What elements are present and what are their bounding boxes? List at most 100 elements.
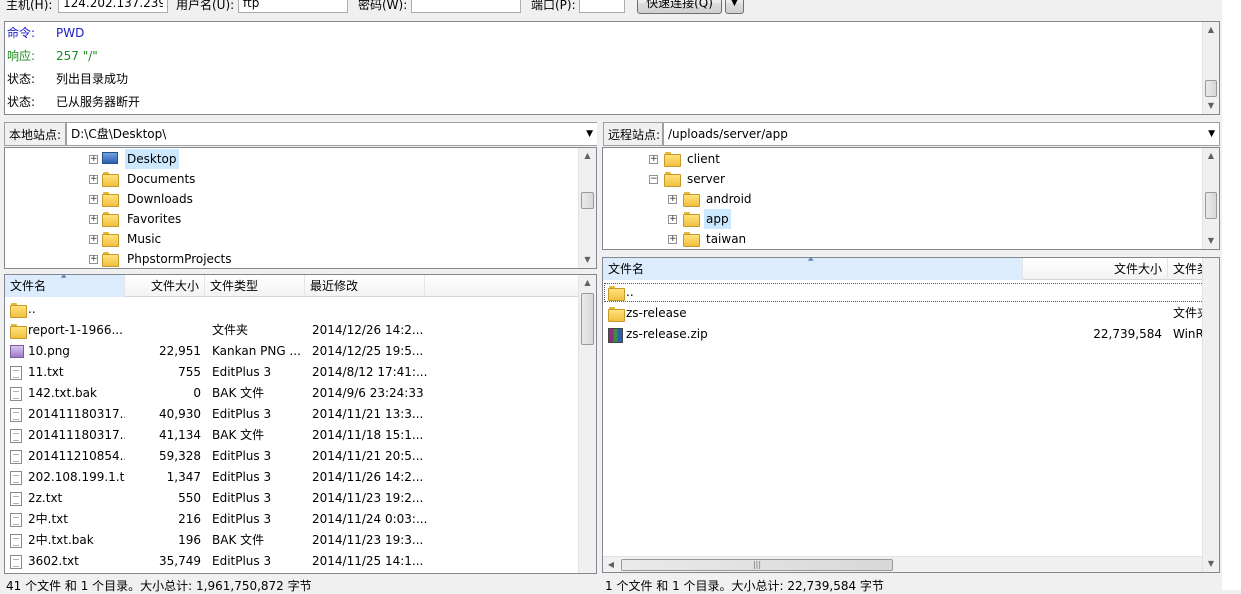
cell-filename: report-1-1966...	[28, 323, 123, 337]
expand-plus-icon[interactable]: +	[89, 235, 98, 244]
table-row[interactable]: 10.png 22,951 Kankan PNG ... 2014/12/25 19:…	[5, 341, 581, 362]
log-line-type: 状态:	[7, 95, 36, 109]
quickconnect-bar: 主机(H): 用户名(U): 密码(W): 端口(P): 快速连接(Q) ▼	[0, 0, 1241, 16]
cell-filename: 11.txt	[28, 365, 64, 379]
cell-filesize: 35,749	[159, 554, 201, 568]
log-scroll-thumb[interactable]	[1205, 80, 1217, 97]
col-modified[interactable]: 最近修改	[305, 275, 425, 297]
host-label: 主机(H):	[6, 0, 53, 12]
host-input[interactable]	[58, 0, 168, 13]
remote-list-scrollbar[interactable]: ▼	[1202, 258, 1219, 572]
scroll-up-arrow-icon[interactable]: ▲	[1203, 22, 1219, 38]
chevron-down-icon[interactable]: ▼	[586, 123, 593, 145]
password-input[interactable]	[411, 0, 521, 13]
log-scrollbar[interactable]: ▲ ▼	[1202, 22, 1219, 114]
scroll-down-arrow-icon[interactable]: ▼	[1203, 556, 1219, 572]
scroll-down-arrow-icon[interactable]: ▼	[1203, 98, 1219, 114]
cell-filename: 201411210854...	[28, 449, 125, 463]
expand-plus-icon[interactable]: +	[649, 155, 658, 164]
table-row[interactable]: 2z.txt 550 EditPlus 3 2014/11/23 19:2...	[5, 488, 581, 509]
cell-filesize: 1,347	[166, 470, 201, 484]
folder-icon	[608, 286, 625, 301]
local-tree-scroll-thumb[interactable]	[581, 192, 594, 209]
table-row[interactable]: report-1-1966... 文件夹 2014/12/26 14:2...	[5, 320, 581, 341]
cell-filetype: BAK 文件	[212, 386, 265, 400]
local-tree-scrollbar[interactable]: ▲ ▼	[578, 148, 596, 268]
panel-splitter[interactable]	[597, 120, 602, 590]
tree-item-label: server	[687, 172, 725, 186]
table-row[interactable]: zs-release.zip 22,739,584 WinRAR	[603, 324, 1219, 345]
message-log: 命令: PWD 响应: 257 "/" 状态: 列出目录成功 状态: 已从服务器断开	[4, 21, 1220, 115]
cell-filename: 2中.txt	[28, 512, 68, 526]
cell-modified: 2014/11/23 19:2...	[312, 491, 424, 505]
remote-tree-scrollbar[interactable]: ▲ ▼	[1202, 148, 1219, 249]
table-row[interactable]: 2中.txt.bak 196 BAK 文件 2014/11/23 19:3...	[5, 530, 581, 551]
expand-plus-icon[interactable]: +	[89, 195, 98, 204]
table-row[interactable]: ..	[5, 299, 581, 320]
cell-modified: 2014/9/6 23:24:33	[312, 386, 424, 400]
table-row[interactable]: 201411180317... 40,930 EditPlus 3 2014/11/2…	[5, 404, 581, 425]
scroll-left-arrow-icon[interactable]: ◀	[603, 557, 619, 572]
local-list-scrollbar[interactable]: ▲	[578, 275, 596, 573]
quickconnect-dropdown-button[interactable]: ▼	[725, 0, 744, 14]
remote-tree: + client − server + android + app + taiwan	[602, 147, 1220, 250]
remote-list-header: 文件名 ▲ 文件大小 文件类型	[603, 258, 1219, 280]
col-filetype[interactable]: 文件类型	[205, 275, 305, 297]
winrar-archive-icon	[608, 328, 623, 343]
cell-filetype: EditPlus 3	[212, 512, 272, 526]
window-right-edge	[1222, 0, 1241, 590]
table-row[interactable]: ..	[603, 282, 1219, 303]
cell-filesize: 40,930	[159, 407, 201, 421]
folder-icon	[683, 232, 700, 247]
scroll-down-arrow-icon[interactable]: ▼	[579, 252, 596, 268]
expand-plus-icon[interactable]: +	[89, 175, 98, 184]
expand-plus-icon[interactable]: +	[89, 255, 98, 264]
tree-item-label: app	[704, 209, 731, 229]
table-row[interactable]: 3602.txt 35,749 EditPlus 3 2014/11/25 14:1.…	[5, 551, 581, 572]
remote-hscroll-thumb[interactable]: |||	[621, 559, 893, 571]
username-input[interactable]	[238, 0, 348, 13]
local-list-scroll-thumb[interactable]	[581, 293, 594, 345]
expand-plus-icon[interactable]: +	[668, 235, 677, 244]
table-row[interactable]: 201411180317... 41,134 BAK 文件 2014/11/18 15…	[5, 425, 581, 446]
cell-modified: 2014/11/23 19:3...	[312, 533, 424, 547]
scroll-down-arrow-icon[interactable]: ▼	[1203, 233, 1219, 249]
col-filesize[interactable]: 文件大小	[1023, 258, 1168, 280]
text-file-icon	[10, 471, 22, 485]
table-row[interactable]: 201411210854... 59,328 EditPlus 3 2014/11/2…	[5, 446, 581, 467]
expand-plus-icon[interactable]: +	[668, 215, 677, 224]
expand-plus-icon[interactable]: +	[668, 195, 677, 204]
cell-filename: 201411180317...	[28, 428, 125, 442]
log-line-message: 已从服务器断开	[56, 95, 141, 109]
quickconnect-button[interactable]: 快速连接(Q)	[637, 0, 722, 14]
expand-plus-icon[interactable]: +	[89, 155, 98, 164]
cell-filesize: 0	[193, 386, 201, 400]
cell-filesize: 550	[178, 491, 201, 505]
text-file-icon	[10, 513, 22, 527]
table-row[interactable]: 202.108.199.1.txt 1,347 EditPlus 3 2014/11/…	[5, 467, 581, 488]
table-row[interactable]: zs-release 文件夹	[603, 303, 1219, 324]
remote-hscrollbar[interactable]: ◀ |||	[603, 556, 1203, 572]
scroll-up-arrow-icon[interactable]: ▲	[1203, 148, 1219, 164]
cell-filetype: EditPlus 3	[212, 554, 272, 568]
user-label: 用户名(U):	[176, 0, 235, 12]
table-row[interactable]: 2中.txt 216 EditPlus 3 2014/11/24 0:03:...	[5, 509, 581, 530]
scroll-up-arrow-icon[interactable]: ▲	[579, 148, 596, 164]
table-row[interactable]: 142.txt.bak 0 BAK 文件 2014/9/6 23:24:33	[5, 383, 581, 404]
port-input[interactable]	[579, 0, 625, 13]
remote-site-path-combo[interactable]: /uploads/server/app ▼	[663, 122, 1220, 146]
remote-tree-scroll-thumb[interactable]	[1205, 192, 1217, 219]
local-list-header: 文件名 ▲ 文件大小 文件类型 最近修改	[5, 275, 581, 297]
collapse-minus-icon[interactable]: −	[649, 175, 658, 184]
tree-item-label: Music	[127, 232, 162, 246]
col-filesize[interactable]: 文件大小	[125, 275, 205, 297]
tree-item-label: PhpstormProjects	[127, 252, 232, 266]
local-site-path-combo[interactable]: D:\C盘\Desktop\ ▼	[66, 122, 598, 146]
remote-status-bar: 1 个文件 和 1 个目录。大小总计: 22,739,584 字节	[605, 579, 884, 593]
folder-icon	[102, 252, 119, 267]
cell-filename: 202.108.199.1.txt	[28, 470, 125, 484]
table-row[interactable]: 11.txt 755 EditPlus 3 2014/8/12 17:41:...	[5, 362, 581, 383]
chevron-down-icon[interactable]: ▼	[1208, 123, 1215, 145]
scroll-up-arrow-icon[interactable]: ▲	[579, 275, 596, 291]
expand-plus-icon[interactable]: +	[89, 215, 98, 224]
